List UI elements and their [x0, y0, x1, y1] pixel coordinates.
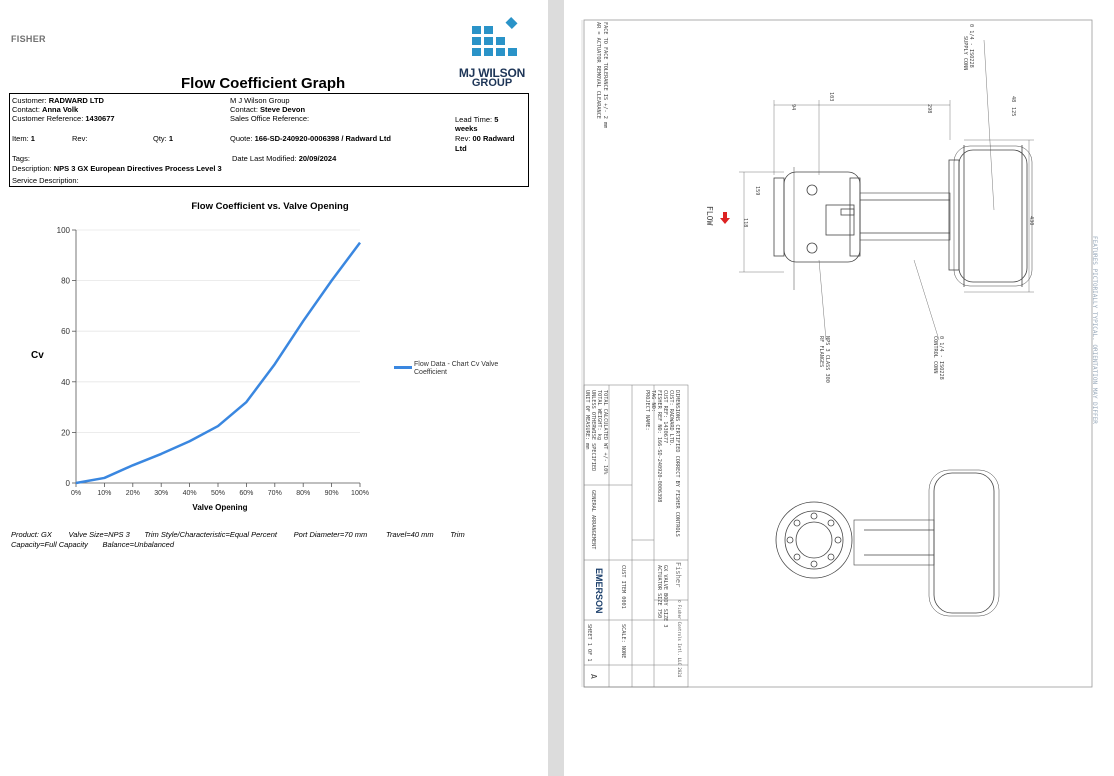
description-row: Description: NPS 3 GX European Directive… [12, 164, 222, 173]
x-tick-label: 80% [296, 490, 310, 497]
y-tick-label: 20 [61, 428, 70, 437]
dim-48: 48 [1010, 96, 1016, 103]
contact-row: Contact: Anna Volk [12, 105, 79, 114]
lead-row: Lead Time: 5 [455, 115, 499, 124]
rev2-row-cont: Ltd [455, 144, 467, 153]
tb-copyright: © Fisher Controls Intl. LLC 2024 [677, 600, 682, 678]
right-page: FACE TO FACE TOLERANCE IS +/- 2 mm AR = … [564, 0, 1114, 776]
flow-chart: 0 20 40 60 80 100 0% 10% 20% 30% 40% 50% 60% 70% 80% 90… [57, 226, 369, 497]
rev-label: Rev: [72, 134, 88, 143]
item-row: Item: 1 [12, 134, 35, 143]
side-note: FEATURES PICTORIALLY TYPICAL. ORIENTATIO… [1091, 236, 1098, 424]
tb-weight2: TOTAL WEIGHT: kg [596, 390, 602, 440]
x-tick-label: 50% [211, 490, 225, 497]
service-label: Service Description: [12, 176, 79, 185]
tb-scale: SCALE: NONE [620, 624, 626, 659]
lead-weeks: weeks [455, 124, 478, 133]
custref-row: Customer Reference: 1430677 [12, 114, 115, 123]
x-tick-label: 30% [154, 490, 168, 497]
x-tick-label: 60% [239, 490, 253, 497]
cv-series-line [75, 241, 362, 485]
tb-weight1: TOTAL CALCULATED WT +/- 10% [602, 390, 608, 475]
rev2-row: Rev: 00 Radward [455, 134, 515, 143]
logo-line2: GROUP [471, 77, 513, 89]
contact2-row: Contact: Steve Devon [230, 105, 306, 114]
dim-118: 118 [742, 218, 748, 228]
tb-weight4: UNIT OF MEASURE: mm [584, 390, 590, 450]
tb-tag: TAG NO: [650, 390, 656, 412]
page-divider [548, 0, 564, 776]
dim-430: 430 [1028, 216, 1034, 226]
x-tick-label: 90% [325, 490, 339, 497]
tb-customer: CUST: RADWARD LTD. [668, 390, 674, 447]
tb-general-arrangement: GENERAL ARRANGEMENT [590, 490, 596, 550]
y-tick-label: 100 [57, 226, 71, 235]
technical-drawing [581, 19, 1093, 688]
fisher-brand: FISHER [11, 34, 46, 44]
company-name: M J Wilson Group [230, 96, 290, 105]
note-ar: AR = ACTUATOR REMOVAL CLEARANCE [595, 22, 601, 119]
mj-wilson-logo: MJ WILSON GROUP [454, 16, 530, 90]
x-tick-label: 20% [126, 490, 140, 497]
y-tick-label: 60 [61, 327, 70, 336]
flange-label2: RF FLANGES [818, 336, 824, 368]
control-conn-label: 0 1/4 - ISO228 [938, 336, 944, 380]
tb-fisher-logo: Fisher [674, 562, 682, 588]
tb-customer-ref: CUST REF: 1430677 [662, 390, 668, 444]
control-conn-label2: CONTROL CONN [932, 336, 938, 374]
tb-cust-item: CUST ITEM 0001 [620, 565, 626, 609]
dim-94: 94 [790, 104, 796, 111]
dim-125: 125 [1010, 107, 1016, 117]
tb-fisher-ref: FISHER REF NO: 166-SD-240920-0006398 [656, 390, 662, 503]
dim-298: 298 [926, 104, 932, 114]
tb-project: PROJECT NAME: [644, 390, 650, 431]
chart-title: Flow Coefficient vs. Valve Opening [191, 201, 349, 212]
note-face-to-face: FACE TO FACE TOLERANCE IS +/- 2 mm [602, 22, 608, 129]
y-tick-label: 0 [66, 479, 71, 488]
info-table: Customer: RADWARD LTD Contact: Anna Volk… [9, 93, 529, 187]
legend-swatch [394, 366, 412, 369]
qty-row: Qty: 1 [153, 134, 174, 143]
x-tick-label: 0% [71, 490, 81, 497]
supply-conn-label: 0 1/4 - ISO228 [968, 24, 974, 68]
y-tick-label: 80 [61, 277, 70, 286]
page-title: Flow Coefficient Graph [181, 75, 346, 92]
y-tick-label: 40 [61, 378, 70, 387]
tb-rev: A [589, 674, 598, 679]
left-page: FISHER Flow Coefficient Graph MJ WILSON … [0, 0, 548, 776]
supply-conn-label2: SUPPLY CONN [962, 36, 968, 71]
dim-103: 103 [828, 92, 834, 102]
product-footer: Product: GX Valve Size=NPS 3 Trim Style/… [11, 530, 465, 549]
flow-label: FLOW [705, 206, 714, 226]
customer-row: Customer: RADWARD LTD [12, 96, 104, 105]
sales-label: Sales Office Reference: [230, 114, 310, 123]
y-axis-title: Cv [31, 350, 44, 361]
tb-certified: DIMENSIONS CERTIFIED CORRECT BY FISHER C… [674, 390, 680, 537]
tb-sheet: SHEET 1 OF 1 [586, 624, 592, 662]
x-tick-label: 40% [183, 490, 197, 497]
dim-159: 159 [754, 186, 760, 196]
x-tick-label: 10% [97, 490, 111, 497]
x-tick-label: 100% [351, 490, 369, 497]
tb-actuator-size: ACTUATOR SIZE 750 [656, 565, 662, 619]
tb-body-size: GX VALVE BODY SIZE 3 [662, 565, 668, 628]
x-tick-label: 70% [268, 490, 282, 497]
flange-label: NPS 3 CLASS 300 [824, 336, 830, 383]
tb-weight3: UNLESS OTHERWISE SPECIFIED [590, 390, 596, 472]
quote-row: Quote: 166-SD-240920-0006398 / Radward L… [230, 134, 391, 143]
tb-emerson-logo: EMERSON [594, 568, 604, 614]
legend-label: Flow Data - Chart Cv Valve Coefficient [414, 361, 499, 376]
date-row: Date Last Modified: 20/09/2024 [232, 154, 337, 163]
tags-label: Tags: [12, 154, 30, 163]
x-axis-title: Valve Opening [192, 503, 248, 512]
